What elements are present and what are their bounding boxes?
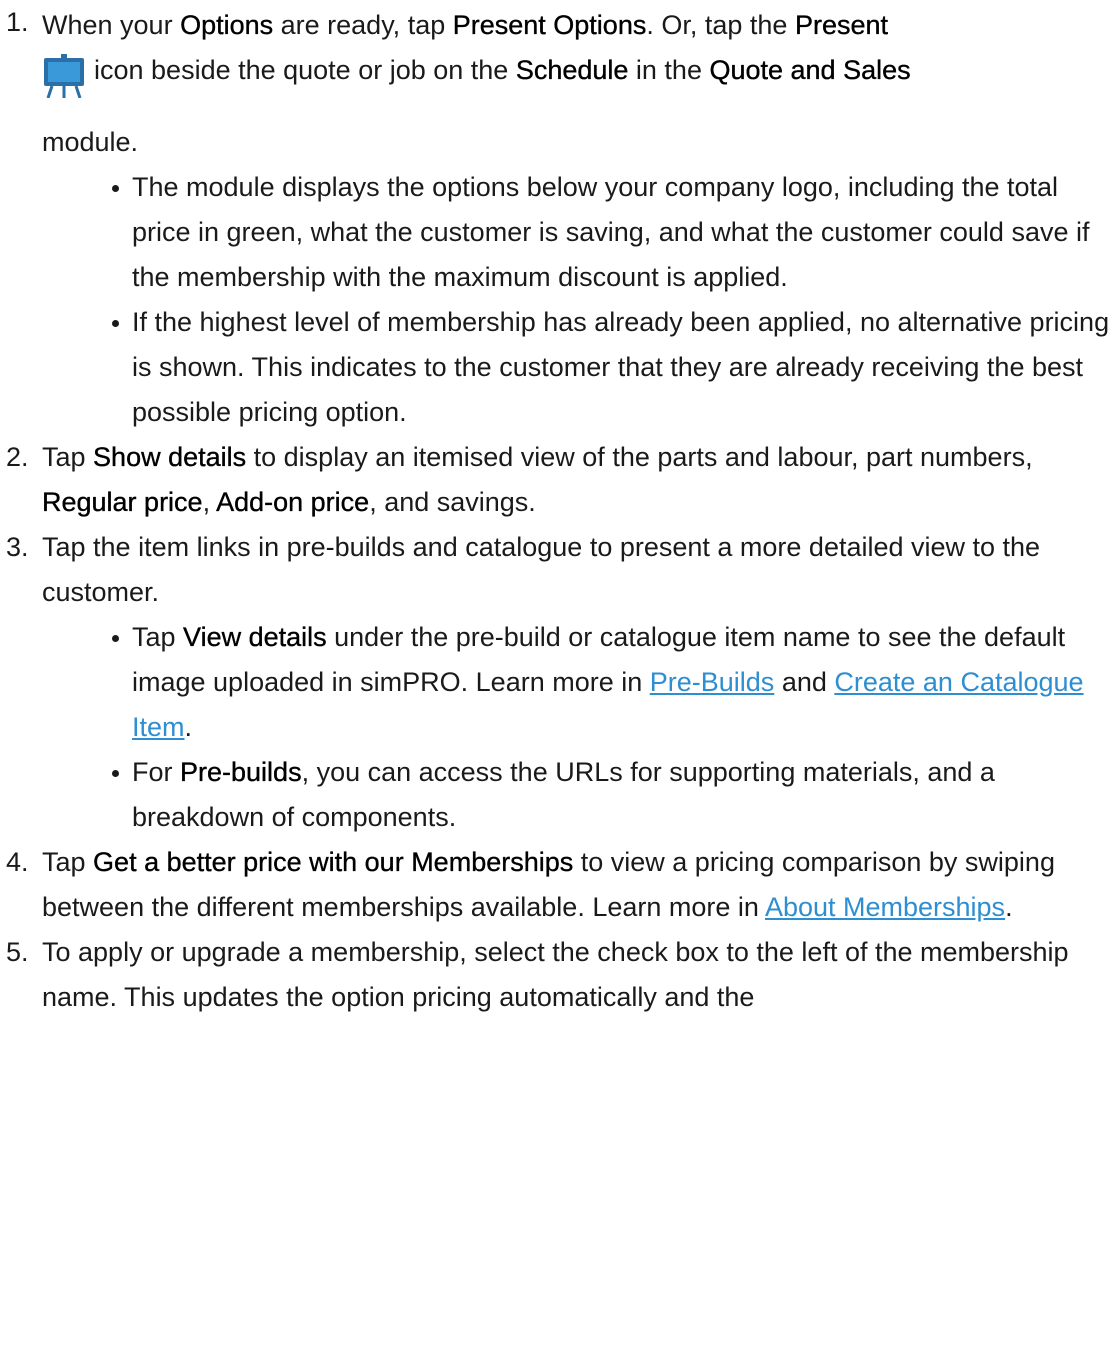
step-number: 5.: [6, 937, 29, 967]
pre-builds-link[interactable]: Pre-Builds: [650, 667, 775, 697]
help-document: 1. When your Options are ready, tap Prese…: [0, 0, 1117, 1359]
text-run: module.: [42, 127, 139, 157]
step-2: 2. Tap Show details to display an itemise…: [0, 435, 1117, 525]
step-number: 4.: [6, 847, 29, 877]
text-run: in the: [628, 55, 710, 85]
step-5: 5. To apply or upgrade a membership, sele…: [0, 930, 1117, 1020]
text-run: For: [132, 757, 181, 787]
text-run: .: [1005, 892, 1013, 922]
bullet-item: For Pre-builds, you can access the URLs …: [112, 750, 1117, 840]
text-run: Tap: [42, 847, 94, 877]
about-memberships-link[interactable]: About Memberships: [765, 892, 1005, 922]
steps-list: 1. When your Options are ready, tap Prese…: [0, 0, 1117, 1020]
ui-term-quote-and-sales: Quote and Sales: [709, 55, 911, 85]
text-run: Tap: [42, 442, 94, 472]
text-run: When your: [42, 10, 181, 40]
step-number: 2.: [6, 442, 29, 472]
step-text: Tap the item links in pre-builds and cat…: [42, 525, 1117, 615]
step-text: To apply or upgrade a membership, select…: [42, 930, 1117, 1020]
text-run: ,: [202, 487, 217, 517]
step-number: 3.: [6, 532, 29, 562]
ui-term-show-details: Show details: [93, 442, 247, 472]
ui-term-schedule: Schedule: [515, 55, 629, 85]
ui-term-regular-price: Regular price: [42, 487, 203, 517]
sub-bullet-list: Tap View details under the pre-build or …: [42, 615, 1117, 840]
bullet-item: The module displays the options below yo…: [112, 165, 1117, 300]
ui-term-pre-builds: Pre-builds: [180, 757, 302, 787]
text-run: If the highest level of membership has a…: [132, 307, 1110, 427]
text-run: , and savings.: [369, 487, 536, 517]
text-run: Tap: [132, 622, 184, 652]
bullet-item: If the highest level of membership has a…: [112, 300, 1117, 435]
ui-term-get-a-better-price-with-our-memberships: Get a better price with our Memberships: [93, 847, 574, 877]
text-run: and: [774, 667, 835, 697]
step-4: 4. Tap Get a better price with our Member…: [0, 840, 1117, 930]
step-text-continued: module.: [42, 120, 1117, 165]
ui-term-options: Options: [180, 10, 274, 40]
text-run: .: [184, 712, 193, 742]
text-run: icon beside the quote or job on the: [94, 55, 516, 85]
ui-term-present-options: Present Options: [452, 10, 647, 40]
text-run: . Or, tap the: [646, 10, 795, 40]
step-1: 1. When your Options are ready, tap Prese…: [0, 0, 1117, 435]
text-run: To apply or upgrade a membership, select…: [42, 937, 1069, 1012]
presentation-board-icon: [42, 54, 86, 99]
ui-term-view-details: View details: [183, 622, 327, 652]
step-text: Tap Get a better price with our Membersh…: [42, 840, 1117, 930]
text-run: are ready, tap: [273, 10, 453, 40]
ui-term-add-on-price: Add-on price: [216, 487, 370, 517]
text-run: to display an itemised view of the parts…: [246, 442, 1033, 472]
step-number: 1.: [6, 7, 29, 37]
text-run: Tap the item links in pre-builds and cat…: [42, 532, 1041, 607]
text-run: The module displays the options below yo…: [132, 172, 1090, 292]
step-text: Tap Show details to display an itemised …: [42, 435, 1117, 525]
bullet-item: Tap View details under the pre-build or …: [112, 615, 1117, 750]
step-3: 3. Tap the item links in pre-builds and c…: [0, 525, 1117, 840]
ui-term-present: Present: [794, 10, 888, 40]
step-text: When your Options are ready, tap Present…: [42, 3, 1117, 165]
sub-bullet-list: The module displays the options below yo…: [42, 165, 1117, 435]
